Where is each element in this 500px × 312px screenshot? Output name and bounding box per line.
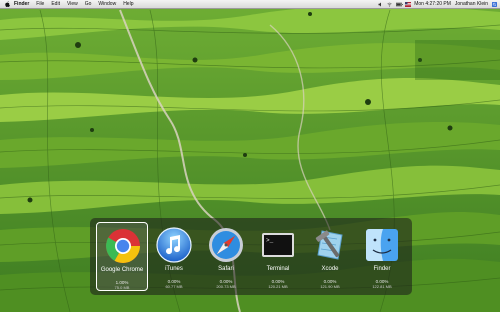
menu-help[interactable]: Help: [123, 1, 133, 7]
app-name: Terminal: [266, 266, 290, 272]
menu-window[interactable]: Window: [98, 1, 116, 7]
app-memory: 121.90 MB: [320, 284, 340, 289]
app-name: Finder: [373, 266, 391, 272]
switcher-app-finder[interactable]: Finder 0.00% 122.81 MB: [356, 222, 408, 291]
app-memory: 60.77 MB: [165, 284, 183, 289]
volume-icon[interactable]: [378, 2, 383, 7]
app-name: Google Chrome: [100, 267, 144, 273]
menu-user[interactable]: Jonathan Klein: [455, 1, 488, 7]
app-name: iTunes: [165, 266, 183, 272]
app-name: Safari: [218, 266, 234, 272]
menu-view[interactable]: View: [67, 1, 78, 7]
xcode-icon: [315, 230, 343, 260]
finder-icon: [366, 229, 398, 261]
spotlight-icon[interactable]: [492, 1, 497, 7]
apple-icon[interactable]: [4, 1, 10, 8]
menu-go[interactable]: Go: [85, 1, 92, 7]
menu-app-name[interactable]: Finder: [14, 1, 29, 7]
menu-clock[interactable]: Mon 4:27:20 PM: [414, 1, 451, 7]
menu-edit[interactable]: Edit: [51, 1, 60, 7]
terminal-icon: >_: [262, 233, 294, 257]
app-memory: 120.21 MB: [268, 284, 288, 289]
menu-bar: Finder File Edit View Go Window Help Mon…: [0, 0, 500, 9]
app-memory: 200.73 MB: [216, 284, 236, 289]
chrome-icon: [106, 229, 140, 263]
menu-file[interactable]: File: [36, 1, 44, 7]
switcher-app-terminal[interactable]: >_ Terminal 0.00% 120.21 MB: [252, 222, 304, 291]
switcher-app-xcode[interactable]: Xcode 0.00% 121.90 MB: [304, 222, 356, 291]
switcher-app-itunes[interactable]: iTunes 0.00% 60.77 MB: [148, 222, 200, 291]
app-memory: 75.0 MB: [114, 285, 130, 290]
switcher-app-safari[interactable]: Safari 0.00% 200.73 MB: [200, 222, 252, 291]
app-memory: 122.81 MB: [372, 284, 392, 289]
itunes-icon: [156, 227, 192, 263]
safari-icon: [209, 228, 243, 262]
switcher-app-chrome[interactable]: Google Chrome 1.00% 75.0 MB: [96, 222, 148, 291]
app-name: Xcode: [321, 266, 339, 272]
wifi-icon[interactable]: [387, 2, 392, 7]
battery-icon[interactable]: [396, 2, 403, 7]
flag-icon[interactable]: [405, 1, 412, 7]
app-switcher: Google Chrome 1.00% 75.0 MB iTunes 0.00%…: [90, 218, 412, 295]
svg-text:>_: >_: [266, 237, 274, 244]
